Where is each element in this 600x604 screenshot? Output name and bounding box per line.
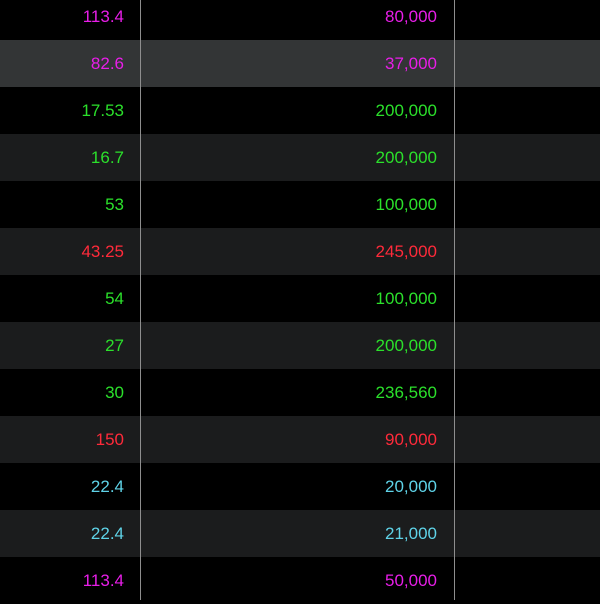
price-cell: 43.25 xyxy=(81,242,124,261)
empty-cell xyxy=(455,416,600,463)
price-cell: 82.6 xyxy=(90,54,124,73)
empty-cell xyxy=(455,87,600,134)
table-row[interactable]: 113.4 50,000 xyxy=(0,557,600,604)
price-cell: 113.4 xyxy=(82,571,124,590)
volume-cell: 37,000 xyxy=(385,54,437,73)
volume-cell: 200,000 xyxy=(375,148,437,167)
empty-cell xyxy=(455,228,600,275)
price-cell: 17.53 xyxy=(81,101,124,120)
column-divider-volume[interactable] xyxy=(454,0,455,600)
empty-cell xyxy=(455,463,600,510)
table-row[interactable]: 22.4 21,000 xyxy=(0,510,600,557)
volume-cell: 50,000 xyxy=(385,571,437,590)
volume-cell: 245,000 xyxy=(375,242,437,261)
table-row[interactable]: 53 100,000 xyxy=(0,181,600,228)
table-row[interactable]: 82.6 37,000 xyxy=(0,40,600,87)
price-cell: 22.4 xyxy=(90,524,124,543)
volume-cell: 236,560 xyxy=(375,383,437,402)
price-cell: 30 xyxy=(105,383,124,402)
empty-cell xyxy=(455,557,600,604)
price-cell: 27 xyxy=(105,336,124,355)
table-row[interactable]: 54 100,000 xyxy=(0,275,600,322)
table-row[interactable]: 27 200,000 xyxy=(0,322,600,369)
volume-cell: 21,000 xyxy=(385,524,437,543)
volume-cell: 80,000 xyxy=(385,7,437,26)
price-cell: 113.4 xyxy=(82,7,124,26)
trade-table: 113.4 80,000 82.6 37,000 17.53 200,000 1… xyxy=(0,0,600,604)
volume-cell: 200,000 xyxy=(375,336,437,355)
volume-cell: 200,000 xyxy=(375,101,437,120)
empty-cell xyxy=(455,369,600,416)
column-divider-price[interactable] xyxy=(140,0,141,600)
table-row[interactable]: 16.7 200,000 xyxy=(0,134,600,181)
empty-cell xyxy=(455,322,600,369)
volume-cell: 20,000 xyxy=(385,477,437,496)
empty-cell xyxy=(455,275,600,322)
volume-cell: 100,000 xyxy=(375,195,437,214)
price-cell: 22.4 xyxy=(90,477,124,496)
volume-cell: 100,000 xyxy=(375,289,437,308)
empty-cell xyxy=(455,40,600,87)
table-row[interactable]: 43.25 245,000 xyxy=(0,228,600,275)
empty-cell xyxy=(455,134,600,181)
empty-cell xyxy=(455,0,600,40)
table-row[interactable]: 150 90,000 xyxy=(0,416,600,463)
table-row[interactable]: 22.4 20,000 xyxy=(0,463,600,510)
price-cell: 53 xyxy=(105,195,124,214)
table-row[interactable]: 113.4 80,000 xyxy=(0,0,600,40)
empty-cell xyxy=(455,181,600,228)
price-cell: 150 xyxy=(95,430,124,449)
price-cell: 54 xyxy=(105,289,124,308)
table-row[interactable]: 17.53 200,000 xyxy=(0,87,600,134)
table-row[interactable]: 30 236,560 xyxy=(0,369,600,416)
empty-cell xyxy=(455,510,600,557)
price-cell: 16.7 xyxy=(90,148,124,167)
volume-cell: 90,000 xyxy=(385,430,437,449)
